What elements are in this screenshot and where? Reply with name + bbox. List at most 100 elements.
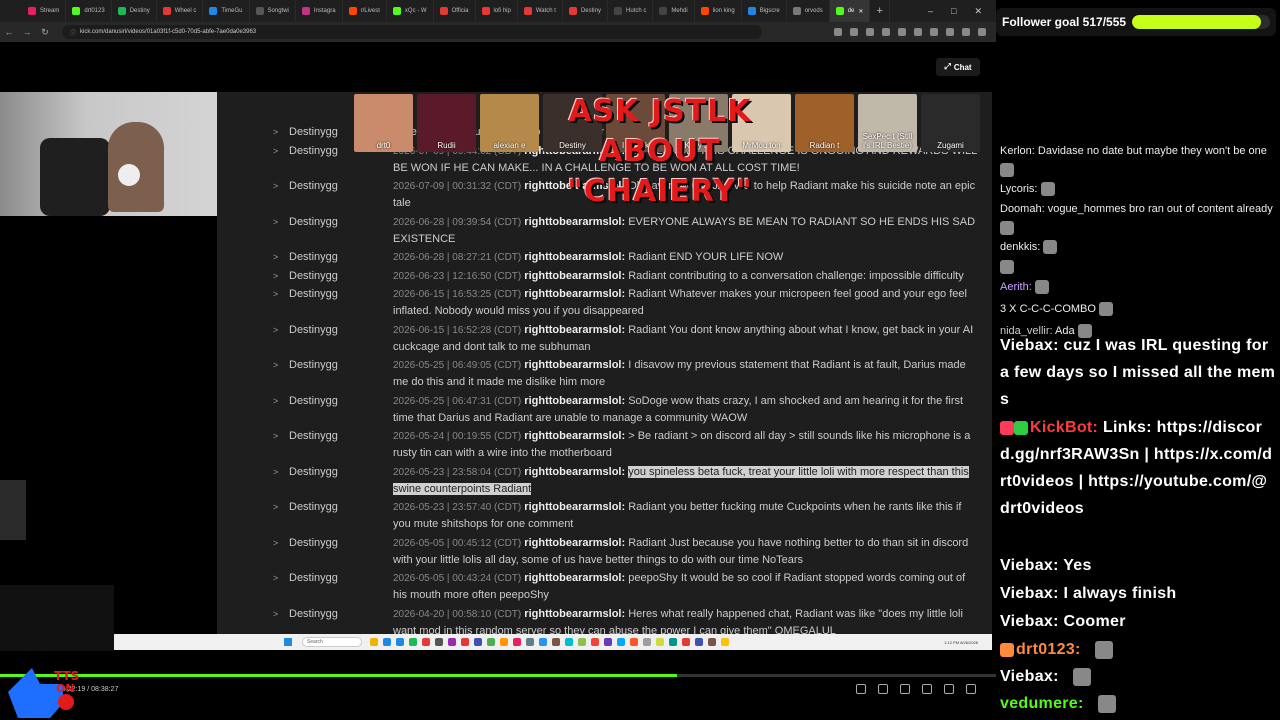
browser-tab[interactable]: lofi hip: [476, 0, 518, 22]
extension-icon[interactable]: [882, 28, 890, 36]
browser-tab[interactable]: Songtwi: [250, 0, 296, 22]
browser-tab[interactable]: r/Livest: [343, 0, 387, 22]
participant-tile: Rudii: [417, 94, 476, 152]
tab-favicon-icon: [255, 7, 264, 15]
browser-tab[interactable]: lion king: [695, 0, 742, 22]
fullscreen-icon[interactable]: [922, 684, 932, 694]
speed-icon[interactable]: [944, 684, 954, 694]
expand-chevron-icon[interactable]: >: [273, 606, 278, 623]
theater-icon[interactable]: [878, 684, 888, 694]
chat-emote-icon: [1034, 280, 1049, 295]
tab-favicon-icon: [835, 7, 844, 15]
taskbar-app-icon: [500, 638, 508, 646]
expand-chevron-icon[interactable]: >: [273, 428, 278, 445]
expand-chevron-icon[interactable]: >: [273, 268, 278, 285]
expand-chevron-icon[interactable]: >: [273, 570, 278, 587]
url-text: kick.com/danusirl/videos/01a03f1f-c5d0-7…: [80, 29, 257, 35]
sidebar-icon[interactable]: [962, 28, 970, 36]
taskbar-app-icon: [396, 638, 404, 646]
extension-icon[interactable]: [834, 28, 842, 36]
browser-tab[interactable]: Destiny: [112, 0, 157, 22]
extension-icon[interactable]: [914, 28, 922, 36]
browser-tab[interactable]: drt0123: [66, 0, 112, 22]
tab-label: Songtwi: [267, 8, 289, 14]
browser-tab[interactable]: xQc - W: [387, 0, 434, 22]
browser-tab[interactable]: de ✕: [829, 0, 871, 22]
browser-tab[interactable]: orvods: [787, 0, 830, 22]
expand-chevron-icon[interactable]: >: [273, 357, 278, 374]
taskbar-app-icon: [617, 638, 625, 646]
message-timestamp: 2026-06-15 | 16:52:28 (CDT): [393, 324, 522, 336]
message-username: righttobeararmslol:: [524, 501, 626, 513]
site-info-icon[interactable]: ⓘ: [70, 28, 76, 37]
clip-icon[interactable]: [856, 684, 866, 694]
browser-tab[interactable]: Wheel c: [157, 0, 204, 22]
taskbar-app-icon: [370, 638, 378, 646]
participant-name: Zugami: [937, 141, 964, 150]
chat-username: Viebax:: [1000, 585, 1059, 602]
more-icon[interactable]: [978, 28, 986, 36]
chat-text: vogue_hommes bro ran out of content alre…: [1047, 203, 1273, 215]
browser-tab[interactable]: Bigscre: [742, 0, 787, 22]
message-row: > Destinygg 2026-05-25 | 06:49:05 (CDT) ri…: [265, 357, 977, 391]
close-icon[interactable]: ✕: [974, 6, 982, 17]
participant-tile: Zugami: [921, 94, 980, 152]
download-icon[interactable]: [930, 28, 938, 36]
tab-favicon-icon: [392, 7, 401, 15]
extension-icon[interactable]: [946, 28, 954, 36]
bookmark-icon[interactable]: [866, 28, 874, 36]
tab-close-icon[interactable]: ✕: [858, 8, 863, 15]
tab-label: Stream: [40, 8, 60, 14]
chat-message: Viebax: I always finish: [1000, 580, 1276, 607]
message-username: righttobeararmslol:: [524, 607, 626, 620]
browser-tab[interactable]: Officia: [434, 0, 476, 22]
tab-favicon-icon: [439, 7, 448, 15]
taskbar-app-icon: [656, 638, 664, 646]
expand-chevron-icon[interactable]: >: [273, 214, 278, 231]
expand-chevron-icon[interactable]: >: [273, 178, 278, 195]
expand-chevron-icon[interactable]: >: [273, 393, 278, 410]
maximize-icon[interactable]: □: [951, 6, 956, 16]
taskbar-app-icon: [708, 638, 716, 646]
taskbar-clock: 1:12 PM 8/26/2026: [944, 639, 978, 645]
message-username: righttobeararmslol:: [524, 323, 626, 336]
message-timestamp: 2026-05-05 | 00:45:12 (CDT): [393, 537, 522, 549]
tab-favicon-icon: [613, 7, 622, 15]
browser-tab[interactable]: Destiny: [563, 0, 608, 22]
expand-chevron-icon[interactable]: >: [273, 499, 278, 516]
expand-chevron-icon[interactable]: >: [273, 535, 278, 552]
settings-icon[interactable]: [966, 684, 976, 694]
minimize-icon[interactable]: –: [928, 6, 933, 16]
expand-chevron-icon[interactable]: >: [273, 249, 278, 266]
browser-tab[interactable]: Watch t: [518, 0, 563, 22]
browser-tab[interactable]: Instagra: [296, 0, 343, 22]
chat-text: I always finish: [1063, 585, 1177, 602]
progress-bar[interactable]: [0, 674, 996, 677]
chat-message: 3 X C-C-C-COMBO: [1000, 300, 1278, 319]
browser-tab[interactable]: Mehdi: [653, 0, 695, 22]
browser-tab[interactable]: TimeGu: [203, 0, 250, 22]
extension-icon[interactable]: [898, 28, 906, 36]
chat-toggle-button[interactable]: ⤢ Chat: [936, 58, 980, 76]
new-tab-button[interactable]: +: [870, 0, 890, 22]
expand-chevron-icon[interactable]: >: [273, 322, 278, 339]
expand-chevron-icon[interactable]: >: [273, 143, 278, 160]
chat-message: Lycoris:: [1000, 180, 1278, 199]
window-controls: – □ ✕: [928, 0, 996, 22]
message-username: righttobeararmslol:: [524, 269, 626, 282]
forward-icon[interactable]: →: [18, 27, 36, 37]
chat-emote-icon: [1040, 182, 1055, 197]
browser-tab[interactable]: Hutch c: [608, 0, 654, 22]
back-icon[interactable]: ←: [0, 27, 18, 37]
reload-icon[interactable]: ↻: [36, 27, 54, 38]
expand-chevron-icon[interactable]: >: [273, 286, 278, 303]
url-field[interactable]: ⓘ kick.com/danusirl/videos/01a03f1f-c5d0…: [62, 25, 762, 39]
expand-chevron-icon[interactable]: >: [273, 464, 278, 481]
expand-chevron-icon[interactable]: >: [273, 124, 278, 141]
mini-chat-preview: [0, 585, 114, 651]
tab-favicon-icon: [28, 7, 36, 15]
pip-icon[interactable]: [900, 684, 910, 694]
browser-tab[interactable]: Stream: [22, 0, 67, 22]
message-row: > Destinygg 2026-05-05 | 00:45:12 (CDT) ri…: [265, 535, 977, 569]
extension-icon[interactable]: [850, 28, 858, 36]
